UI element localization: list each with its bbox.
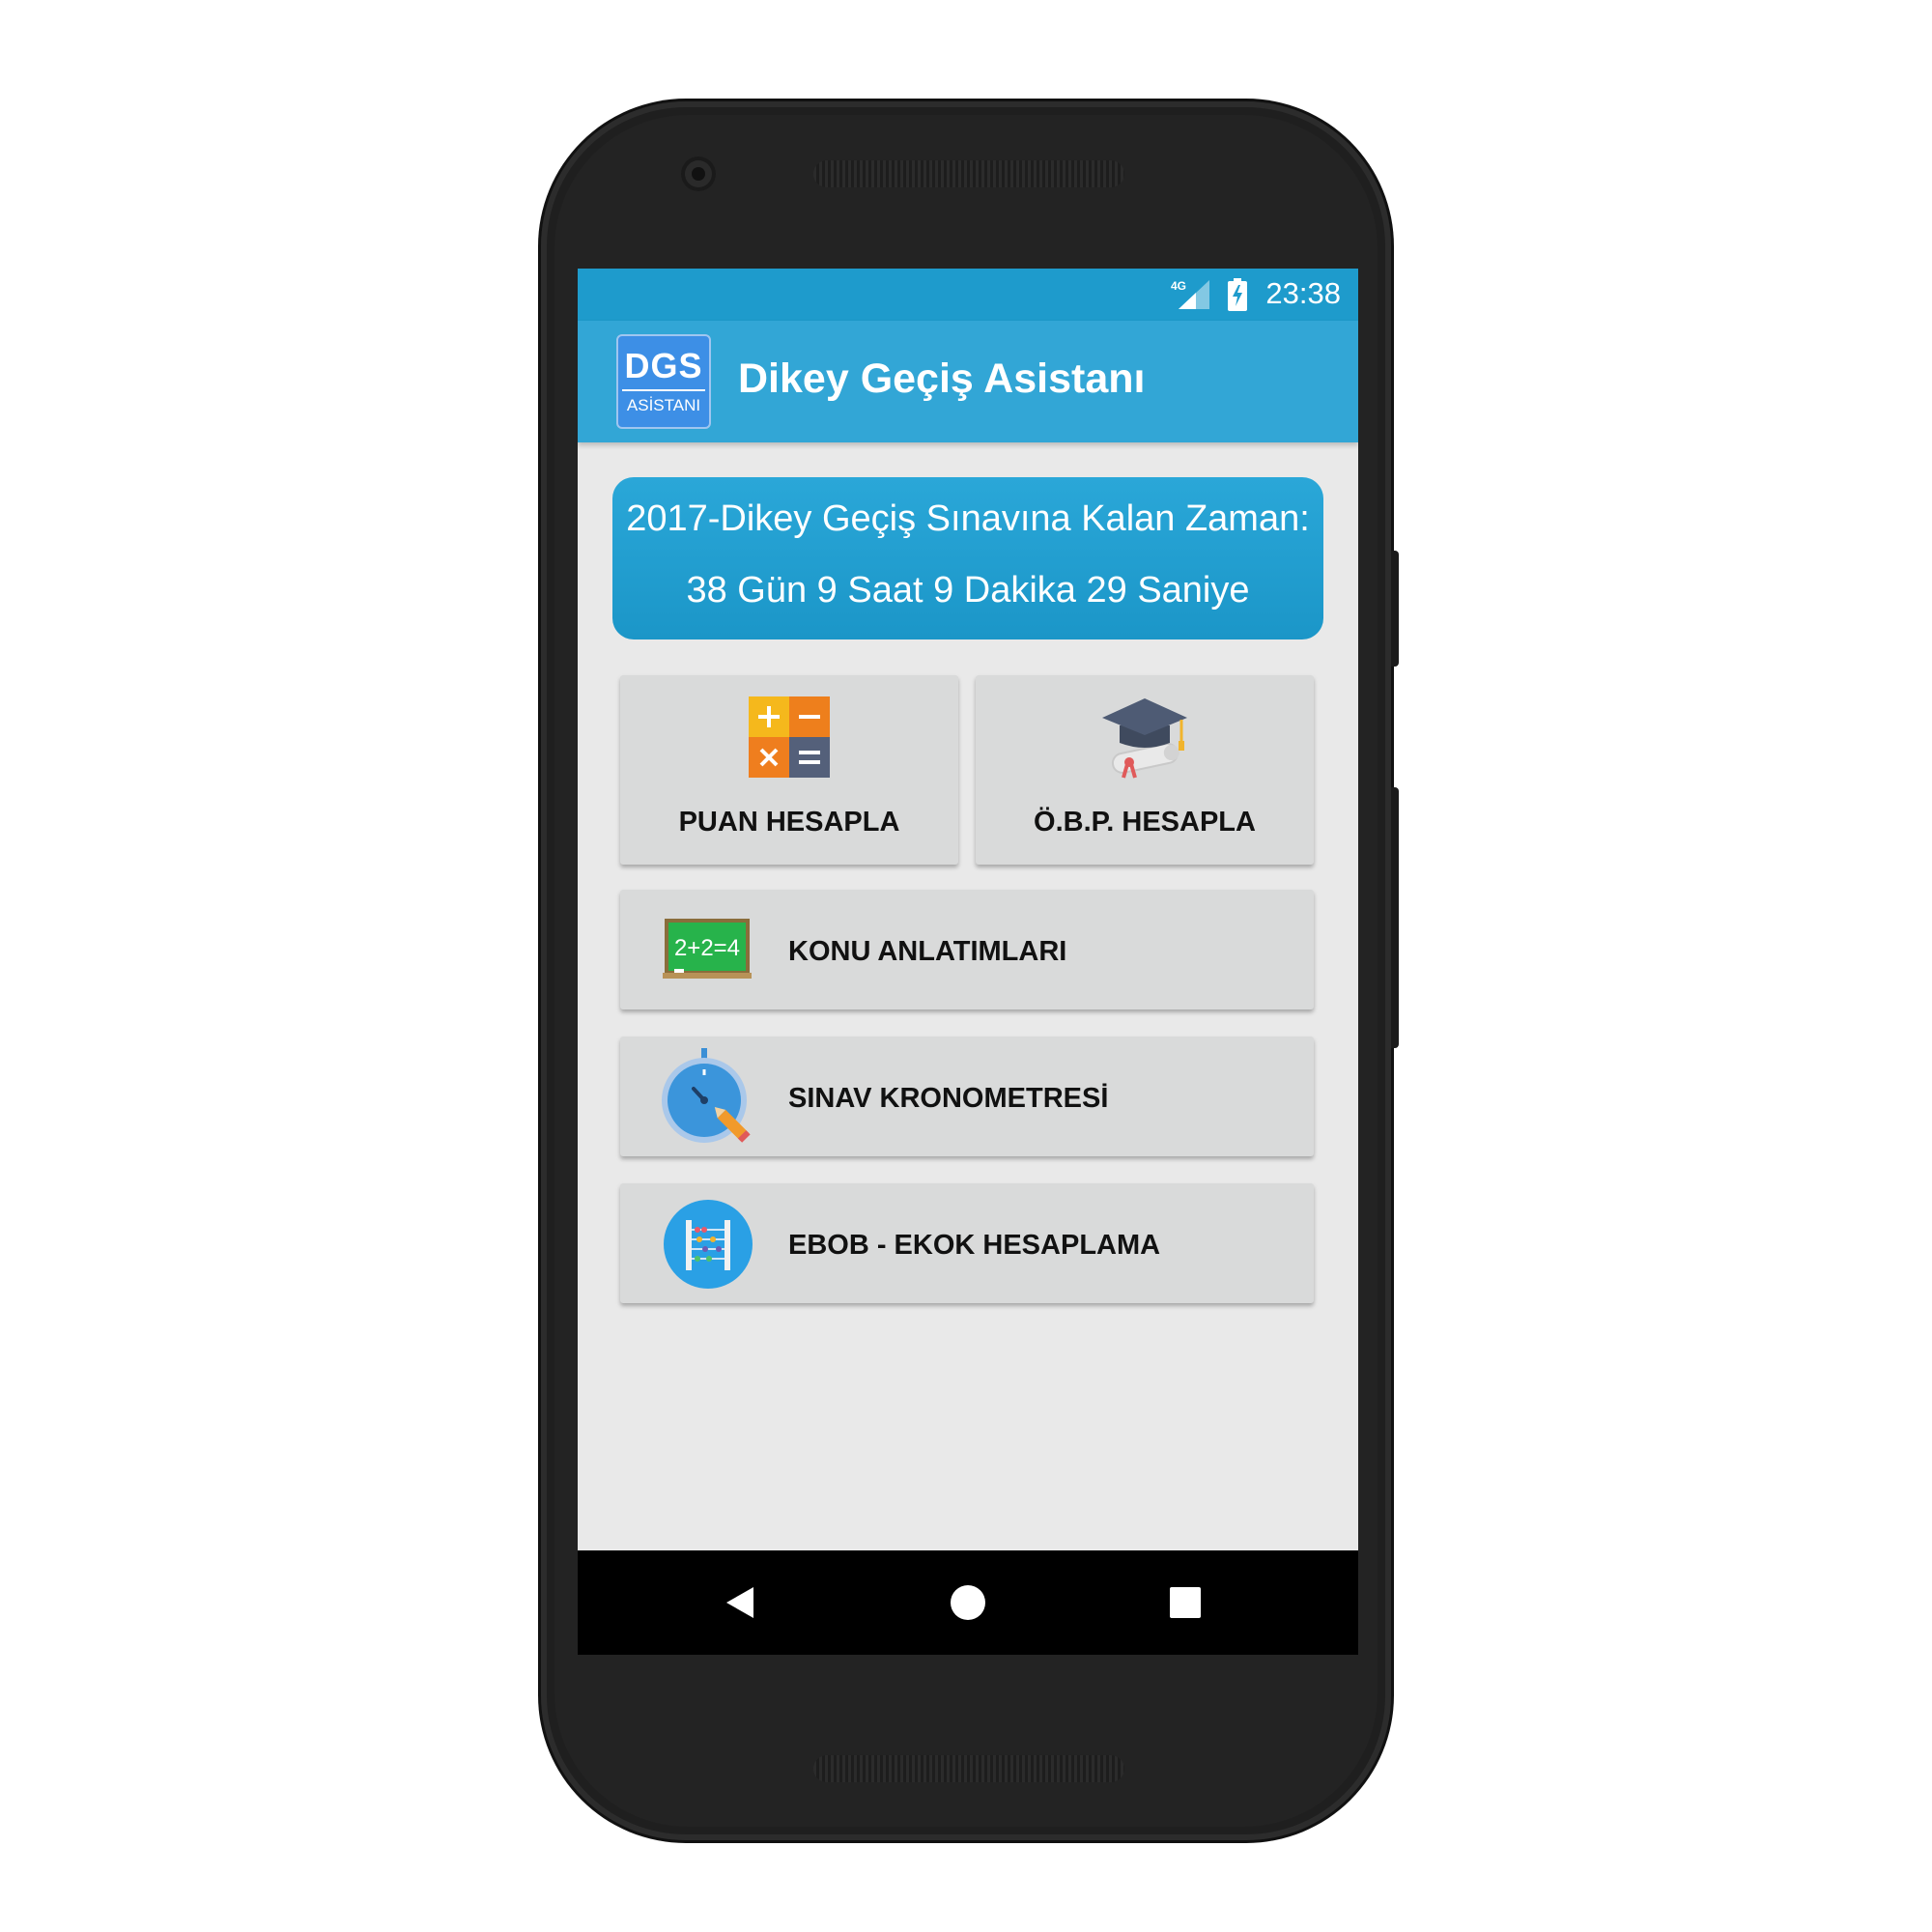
app-title: Dikey Geçiş Asistanı [738, 355, 1146, 402]
home-icon[interactable] [950, 1584, 986, 1621]
graduation-cap-icon [1102, 698, 1187, 779]
puan-hesapla-button[interactable]: PUAN HESAPLA [620, 675, 958, 865]
sinav-kronometresi-label: SINAV KRONOMETRESİ [788, 1083, 1109, 1114]
logo-text-bottom: ASİSTANI [626, 396, 701, 414]
bottom-speaker [813, 1755, 1124, 1782]
konu-anlatimlari-label: KONU ANLATIMLARI [788, 936, 1067, 967]
konu-anlatimlari-button[interactable]: 2+2=4 KONU ANLATIMLARI [620, 890, 1314, 1009]
app-logo: DGS ASİSTANI [616, 334, 711, 429]
front-camera [681, 156, 716, 191]
countdown-banner: 2017-Dikey Geçiş Sınavına Kalan Zaman: 3… [612, 477, 1323, 639]
ebob-ekok-button[interactable]: EBOB - EKOK HESAPLAMA [620, 1183, 1314, 1303]
app-bar: DGS ASİSTANI Dikey Geçiş Asistanı [578, 321, 1358, 442]
recents-icon[interactable] [1169, 1586, 1202, 1619]
volume-button [1391, 787, 1399, 1048]
network-type: 4G [1171, 279, 1186, 293]
countdown-title: 2017-Dikey Geçiş Sınavına Kalan Zaman: [626, 498, 1310, 539]
signal-icon: 4G [1171, 279, 1209, 309]
earpiece-speaker [813, 160, 1124, 187]
countdown-value: 38 Gün 9 Saat 9 Dakika 29 Saniye [686, 570, 1250, 611]
battery-charging-icon [1228, 278, 1247, 311]
ebob-ekok-label: EBOB - EKOK HESAPLAMA [788, 1230, 1161, 1261]
logo-divider [622, 389, 705, 391]
sinav-kronometresi-button[interactable]: SINAV KRONOMETRESİ [620, 1037, 1314, 1156]
puan-hesapla-label: PUAN HESAPLA [678, 807, 900, 838]
back-icon[interactable] [724, 1585, 755, 1620]
stopwatch-icon [662, 1048, 751, 1143]
obp-hesapla-label: Ö.B.P. HESAPLA [1034, 807, 1256, 838]
screen: 4G 23:38 DGS ASİSTANI Dikey Geçiş Asista… [578, 269, 1358, 1655]
power-button [1391, 551, 1399, 667]
chalkboard-icon: 2+2=4 [663, 919, 752, 979]
calculator-icon [749, 696, 830, 778]
status-bar: 4G 23:38 [578, 269, 1358, 321]
chalkboard-text: 2+2=4 [674, 935, 740, 961]
obp-hesapla-button[interactable]: Ö.B.P. HESAPLA [976, 675, 1314, 865]
logo-text-top: DGS [624, 346, 703, 385]
status-time: 23:38 [1265, 276, 1341, 310]
abacus-icon [664, 1200, 753, 1289]
navigation-bar [578, 1550, 1358, 1655]
